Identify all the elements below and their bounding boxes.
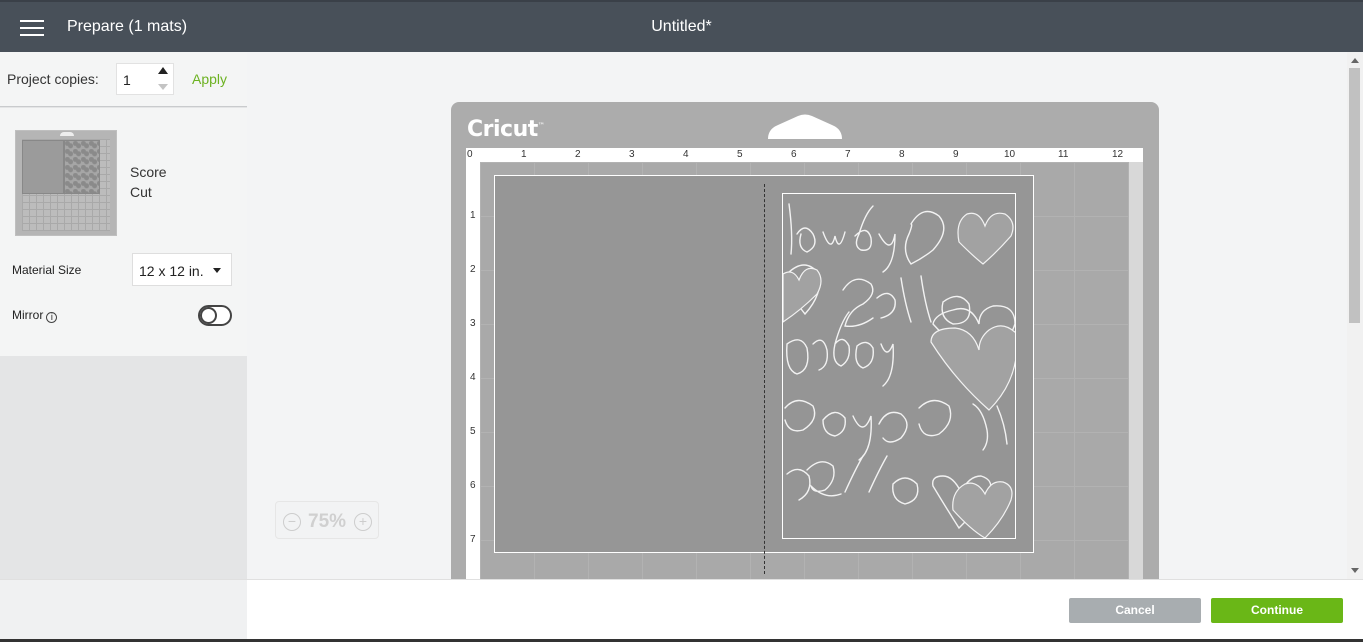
ruler-top-tick-label: 7 (845, 149, 851, 160)
zoom-control: − 75% + (275, 501, 379, 539)
bottom-bar: Cancel Continue (0, 579, 1363, 642)
ruler-left-tick-label: 1 (470, 210, 476, 221)
cancel-button[interactable]: Cancel (1069, 598, 1201, 623)
ruler-left-tick-label: 6 (470, 480, 476, 491)
ruler-left: 1 2 3 4 5 6 7 (466, 162, 480, 579)
ruler-top-tick-label: 1 (521, 149, 527, 160)
toggle-knob (200, 307, 217, 324)
left-panel: Project copies: 1 Apply Score Cut Materi… (0, 52, 247, 579)
ruler-top-tick-label: 3 (629, 149, 635, 160)
zoom-out-button[interactable]: − (283, 513, 301, 531)
card-left-half[interactable] (494, 175, 764, 553)
continue-button[interactable]: Continue (1211, 598, 1343, 623)
ruler-top-tick-label: 6 (791, 149, 797, 160)
scroll-up-arrow-icon[interactable] (1351, 58, 1359, 63)
mirror-label-text: Mirror (12, 308, 44, 322)
vertical-scrollbar[interactable] (1347, 52, 1363, 579)
ruler-left-tick-label: 7 (470, 534, 476, 545)
mat-thumbnail-card-piece (22, 140, 64, 194)
ruler-top-tick-label: 5 (737, 149, 743, 160)
zoom-in-button[interactable]: + (354, 513, 372, 531)
ruler-top-tick-label: 0 (467, 149, 473, 160)
ruler-top-tick-label: 12 (1112, 149, 1124, 160)
ruler-top-tick-label: 10 (1004, 149, 1016, 160)
cutting-mat: Cricut™ 0 1 2 3 4 5 6 7 8 9 10 11 12 1234567 (451, 102, 1159, 579)
score-line (764, 184, 765, 574)
chevron-down-icon (213, 268, 221, 273)
ruler-top-tick-label: 2 (575, 149, 581, 160)
material-size-label: Material Size (12, 263, 82, 277)
mat-thumbnail[interactable] (15, 130, 117, 236)
mirror-label: Mirror i (12, 308, 58, 323)
info-icon[interactable]: i (46, 312, 58, 323)
ruler-left-tick-label: 4 (470, 372, 476, 383)
mat-grid-edge (1129, 162, 1143, 579)
ruler-left-tick-label: 5 (470, 426, 476, 437)
mat-operations: Score Cut (130, 162, 167, 202)
operation-score-label: Score (130, 164, 167, 180)
ruler-top: 0 1 2 3 4 5 6 7 8 9 10 11 12 (466, 148, 1143, 162)
scroll-down-arrow-icon[interactable] (1351, 568, 1359, 573)
document-title: Untitled* (651, 18, 712, 35)
mat-thumbnail-notch (60, 132, 74, 136)
project-copies-label: Project copies: (7, 71, 99, 87)
mat-hanger-notch (768, 114, 842, 139)
project-copies-value: 1 (123, 72, 131, 88)
material-size-select[interactable]: 12 x 12 in. (132, 253, 232, 286)
increment-arrow-icon[interactable] (158, 67, 168, 74)
mat-thumbnail-pattern-piece (64, 140, 100, 194)
cricut-logo: Cricut™ (467, 117, 545, 142)
ruler-top-tick-label: 4 (683, 149, 689, 160)
mirror-toggle[interactable] (198, 305, 232, 326)
mat-section: Score Cut Material Size 12 x 12 in. Mirr… (0, 108, 247, 356)
bottom-left-panel (0, 580, 247, 642)
lettering-pattern-graphic (783, 203, 1015, 538)
ruler-left-tick-label: 2 (470, 264, 476, 275)
operation-cut-label: Cut (130, 184, 152, 200)
top-bar: Prepare (1 mats) Untitled* (0, 0, 1363, 52)
decrement-arrow-icon[interactable] (158, 84, 168, 90)
project-copies-row: Project copies: 1 Apply (0, 52, 247, 107)
ruler-top-tick-label: 8 (899, 149, 905, 160)
mat-preview-canvas: Cricut™ 0 1 2 3 4 5 6 7 8 9 10 11 12 1234567 (247, 52, 1347, 579)
lettering-cut-panel[interactable] (782, 193, 1016, 539)
project-copies-input[interactable]: 1 (116, 63, 174, 95)
ruler-top-tick-label: 9 (953, 149, 959, 160)
ruler-top-tick-label: 11 (1058, 149, 1069, 160)
scrollbar-thumb[interactable] (1349, 68, 1360, 323)
ruler-left-tick-label: 3 (470, 318, 476, 329)
apply-button[interactable]: Apply (192, 71, 227, 87)
zoom-level: 75% (308, 511, 347, 532)
material-size-value: 12 x 12 in. (139, 263, 204, 279)
